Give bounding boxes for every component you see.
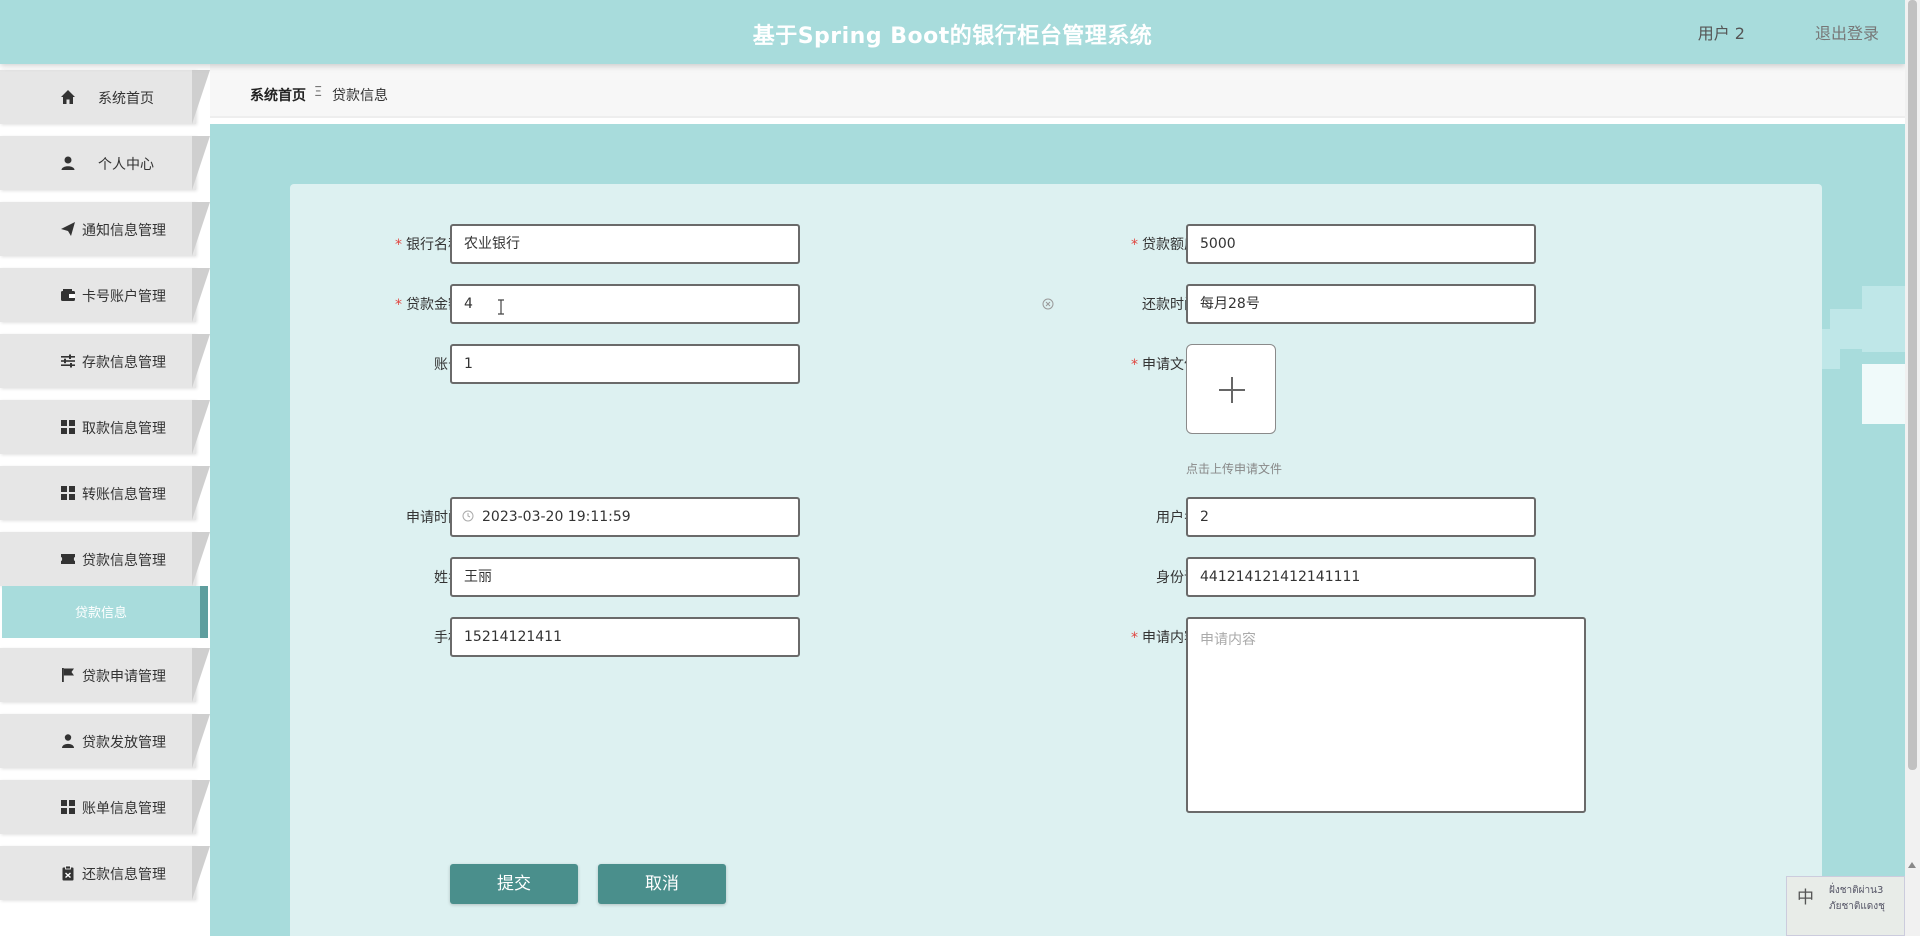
apply-file-label: * 申请文件 <box>1131 357 1198 373</box>
ime-mode-indicator[interactable]: 中 <box>1797 883 1814 908</box>
sidebar-item-card-account[interactable]: 卡号账户管理 <box>0 268 210 322</box>
sidebar: 系统首页 个人中心 通知信息管理 卡号账户管理 存款信息管理 取款信息管理 转账… <box>0 64 210 936</box>
cancel-button[interactable]: 取消 <box>598 864 726 904</box>
account-label: 账号 <box>434 357 462 373</box>
ime-toolbar[interactable]: 中 ฝั่งชาติผ่าน3 ภัยชาติแดงชุ <box>1786 876 1905 936</box>
sidebar-item-label: 还款信息管理 <box>82 867 166 883</box>
repay-time-input[interactable]: 每月28号 <box>1186 284 1536 324</box>
background-decoration <box>1862 364 1905 424</box>
ticket-icon <box>61 554 75 564</box>
name-label: 姓名 <box>434 570 462 586</box>
name-input[interactable]: 王丽 <box>450 557 800 597</box>
sidebar-item-transfer[interactable]: 转账信息管理 <box>0 466 210 520</box>
wallet-icon <box>61 289 75 301</box>
sidebar-item-label: 卡号账户管理 <box>82 289 166 305</box>
apply-time-value: 2023-03-20 19:11:59 <box>482 509 631 525</box>
sidebar-item-label: 转账信息管理 <box>82 487 166 503</box>
sidebar-item-deposit[interactable]: 存款信息管理 <box>0 334 210 388</box>
breadcrumb-current: 贷款信息 <box>332 88 388 104</box>
main-content: * 银行名称 农业银行 * 贷款额度 5000 * 贷款金额 4 还款时间 每月28号… <box>210 124 1905 936</box>
current-user-label: 用户 2 <box>1697 24 1745 43</box>
person-icon <box>62 734 74 748</box>
apply-time-label: 申请时间 <box>406 510 462 526</box>
scrollbar-thumb[interactable] <box>1908 0 1917 770</box>
loan-limit-label: * 贷款额度 <box>1131 237 1198 253</box>
sidebar-item-label: 个人中心 <box>98 157 154 173</box>
sidebar-item-label: 通知信息管理 <box>82 223 166 239</box>
ime-text: ฝั่งชาติผ่าน3 ภัยชาติแดงชุ <box>1829 883 1885 915</box>
clear-icon[interactable] <box>1042 298 1054 310</box>
username-label: 用户名 <box>1156 510 1198 526</box>
upload-hint: 点击上传申请文件 <box>1186 462 1283 476</box>
vertical-scrollbar[interactable] <box>1905 0 1920 936</box>
clipboard-icon <box>62 865 74 881</box>
id-card-input[interactable]: 441214121412141111 <box>1186 557 1536 597</box>
breadcrumb-separator: Ξ <box>314 85 323 100</box>
flag-icon <box>62 668 74 682</box>
id-card-label: 身份证 <box>1156 570 1198 586</box>
ime-line: ฝั่งชาติผ่าน3 <box>1829 885 1884 896</box>
phone-label: 手机 <box>434 630 462 646</box>
file-upload-button[interactable] <box>1186 344 1276 434</box>
sidebar-item-label: 贷款信息管理 <box>82 553 166 569</box>
clock-icon <box>462 510 474 522</box>
sidebar-item-loan-issue[interactable]: 贷款发放管理 <box>0 714 210 768</box>
sidebar-subitem-loan-info[interactable]: 贷款信息 <box>2 586 208 638</box>
apply-time-input[interactable]: 2023-03-20 19:11:59 <box>450 497 800 537</box>
sidebar-item-label: 贷款发放管理 <box>82 735 166 751</box>
sidebar-item-notice[interactable]: 通知信息管理 <box>0 202 210 256</box>
sidebar-item-label: 账单信息管理 <box>82 801 166 817</box>
grid-icon <box>61 486 75 500</box>
plus-icon <box>1231 377 1233 403</box>
sidebar-item-withdraw[interactable]: 取款信息管理 <box>0 400 210 454</box>
user-icon <box>61 156 75 170</box>
phone-input[interactable]: 15214121411 <box>450 617 800 657</box>
logout-link[interactable]: 退出登录 <box>1815 20 1879 44</box>
bank-name-label: * 银行名称 <box>395 237 462 253</box>
grid-icon <box>61 800 75 814</box>
sidebar-item-label: 存款信息管理 <box>82 355 166 371</box>
grid-icon <box>61 420 75 434</box>
username-input[interactable]: 2 <box>1186 497 1536 537</box>
top-header: 基于Spring Boot的银行柜台管理系统 用户 2 退出登录 <box>0 0 1905 64</box>
bank-name-input[interactable]: 农业银行 <box>450 224 800 264</box>
sidebar-item-bill[interactable]: 账单信息管理 <box>0 780 210 834</box>
loan-amount-label: * 贷款金额 <box>395 297 462 313</box>
sidebar-item-profile[interactable]: 个人中心 <box>0 136 210 190</box>
sidebar-item-label: 系统首页 <box>98 91 154 107</box>
sidebar-item-repayment[interactable]: 还款信息管理 <box>0 846 210 900</box>
breadcrumb: 系统首页 Ξ 贷款信息 <box>210 64 1905 118</box>
loan-form-panel: * 银行名称 农业银行 * 贷款额度 5000 * 贷款金额 4 还款时间 每月28号… <box>290 184 1822 936</box>
loan-limit-input[interactable]: 5000 <box>1186 224 1536 264</box>
sidebar-item-label: 取款信息管理 <box>82 421 166 437</box>
breadcrumb-home[interactable]: 系统首页 <box>250 85 306 105</box>
scroll-down-arrow-icon[interactable] <box>1908 862 1916 868</box>
repay-time-label: 还款时间 <box>1142 297 1198 313</box>
sidebar-item-home[interactable]: 系统首页 <box>0 70 210 124</box>
home-icon <box>61 90 75 104</box>
app-title: 基于Spring Boot的银行柜台管理系统 <box>752 24 1153 49</box>
paper-plane-icon <box>61 222 75 236</box>
sliders-icon <box>61 354 75 368</box>
sidebar-item-loan-info[interactable]: 贷款信息管理 <box>0 532 210 586</box>
sidebar-item-label: 贷款申请管理 <box>82 669 166 685</box>
ime-line: ภัยชาติแดงชุ <box>1829 901 1885 912</box>
apply-content-label: * 申请内容 <box>1131 630 1198 646</box>
submit-button[interactable]: 提交 <box>450 864 578 904</box>
sidebar-item-loan-apply[interactable]: 贷款申请管理 <box>0 648 210 702</box>
account-input[interactable]: 1 <box>450 344 800 384</box>
text-cursor-icon <box>498 299 504 315</box>
apply-content-textarea[interactable]: 申请内容 <box>1186 617 1586 813</box>
sidebar-subitem-label: 贷款信息 <box>74 606 127 621</box>
